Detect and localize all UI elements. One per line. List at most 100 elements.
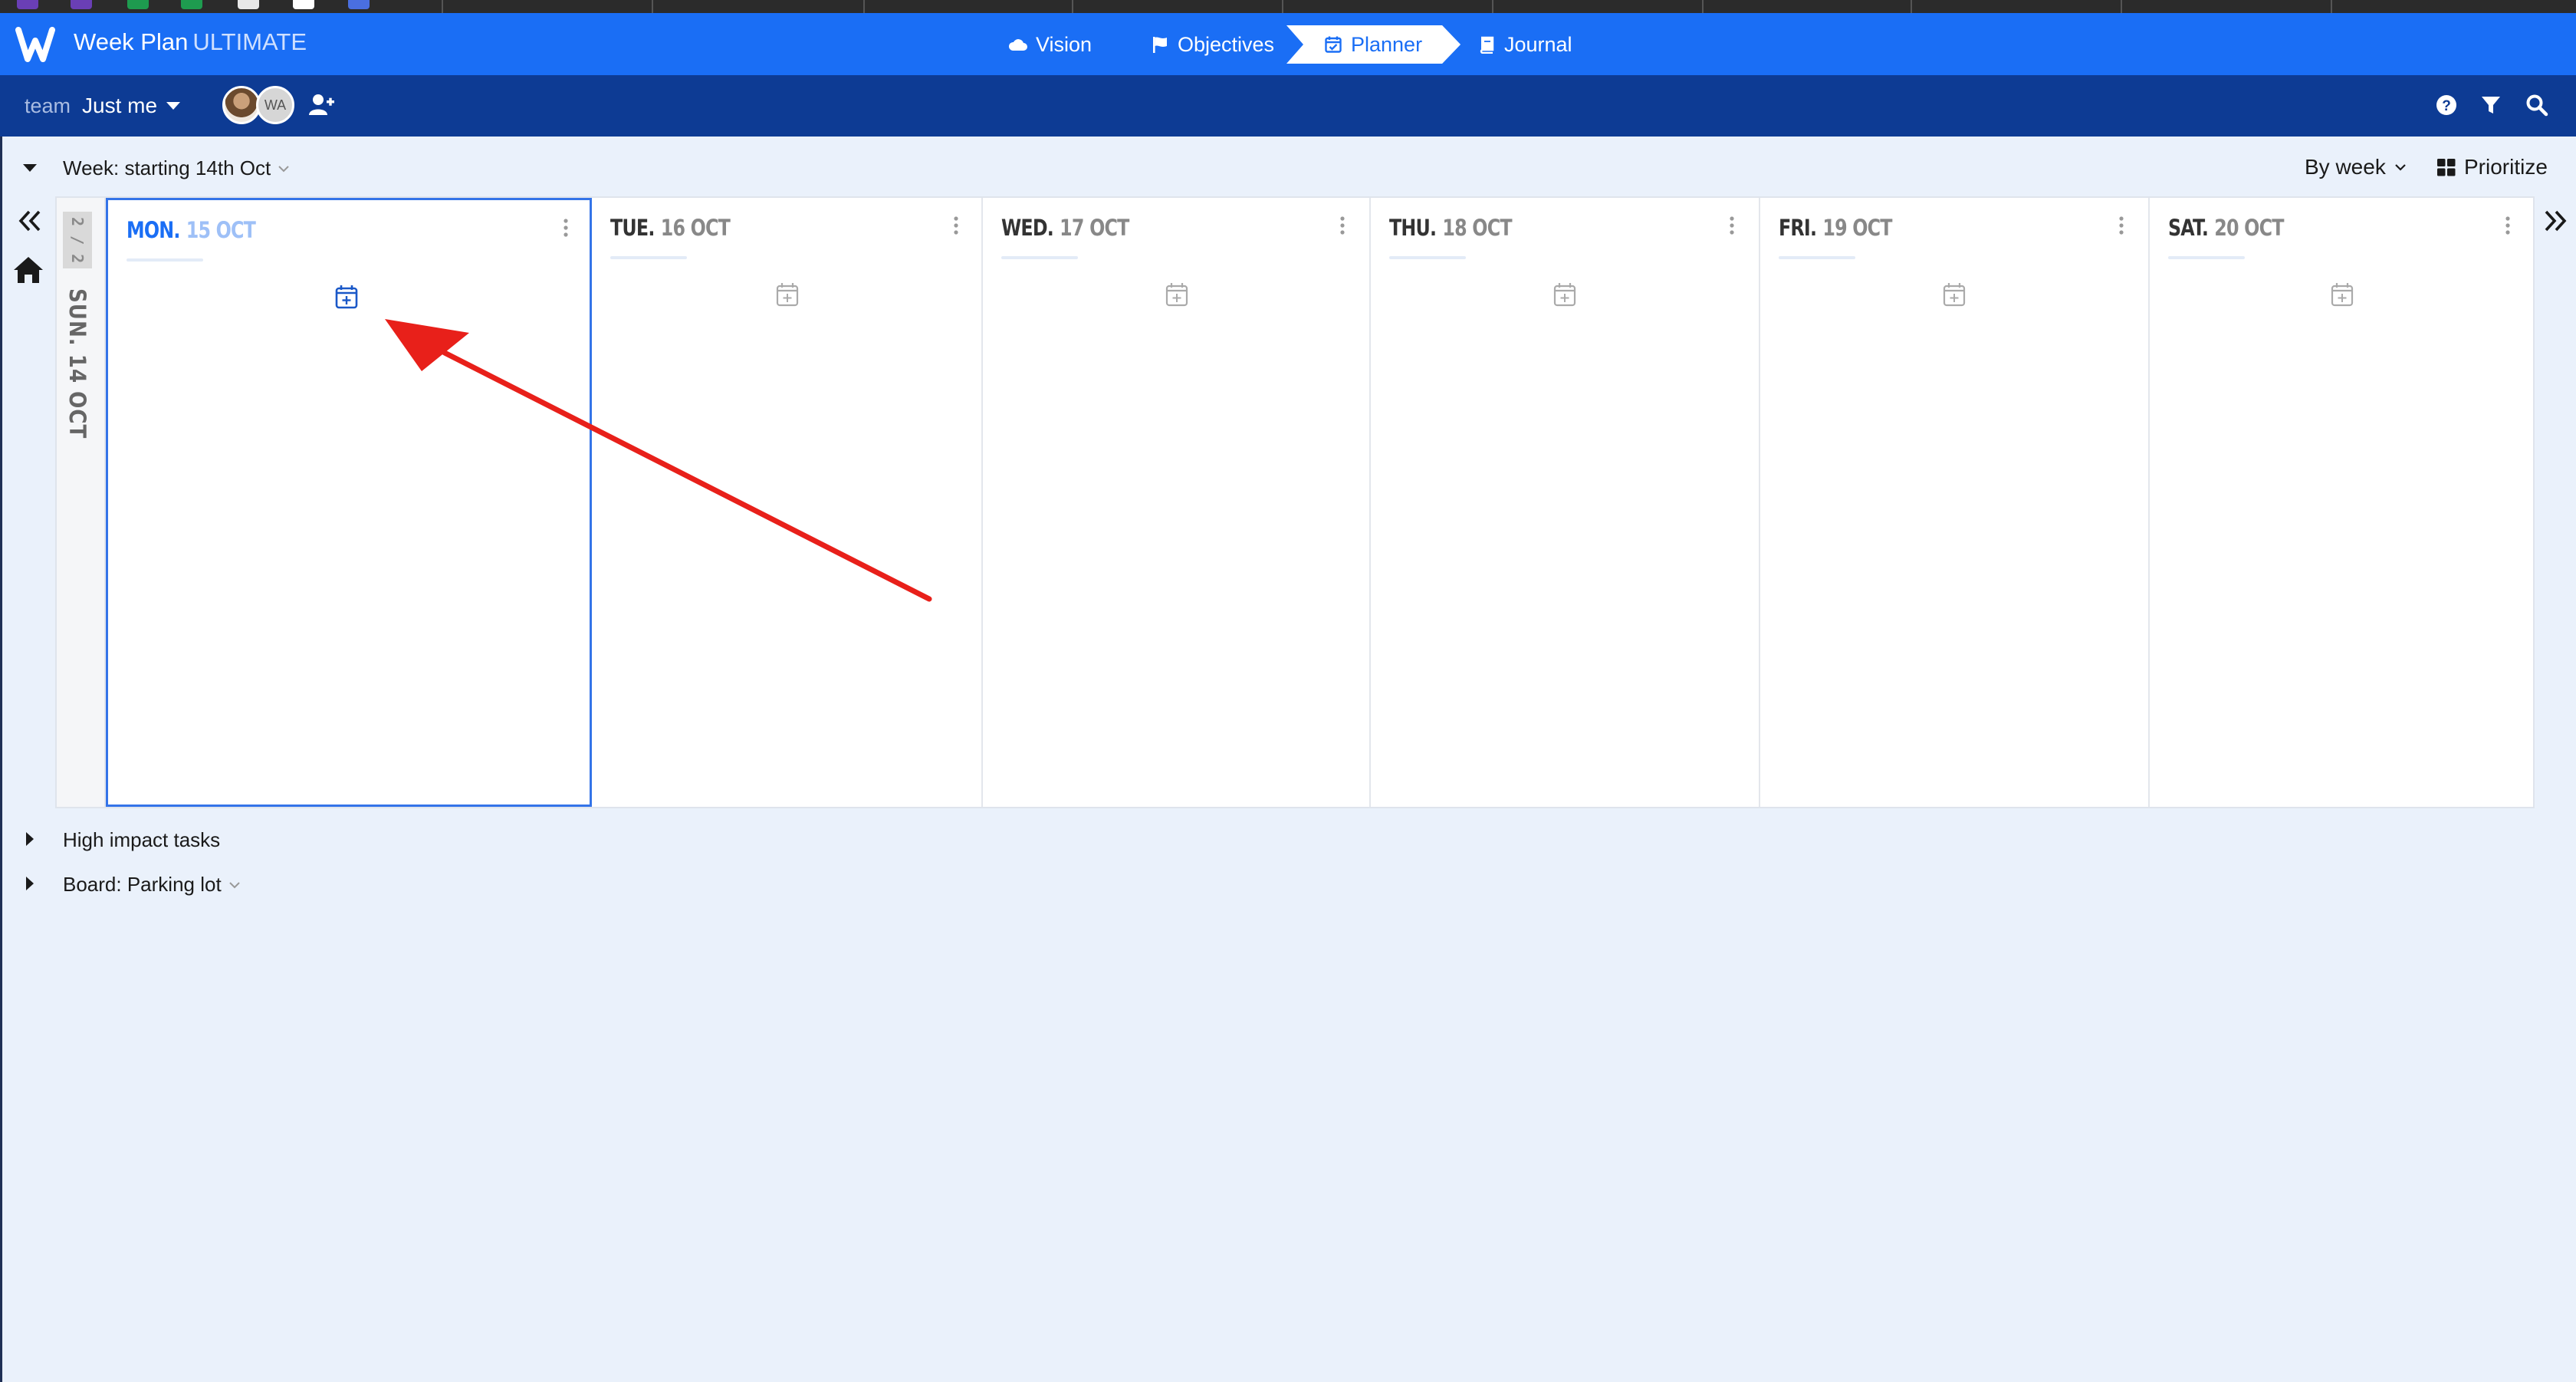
calendar-plus-icon[interactable] (1165, 282, 1188, 307)
day-date: 20 OCT (2214, 215, 2284, 241)
home-icon[interactable] (12, 255, 44, 285)
tab-separator (2121, 0, 2122, 13)
browser-tab-strip (0, 0, 2576, 13)
calendar-check-icon (1323, 35, 1343, 54)
prioritize-label: Prioritize (2464, 155, 2548, 179)
brand-edition: ULTIMATE (192, 28, 307, 55)
search-icon[interactable] (2524, 92, 2550, 118)
more-vertical-icon[interactable] (1339, 215, 1346, 238)
day-underline (610, 256, 687, 259)
day-title: SAT. 20 OCT (2168, 215, 2284, 241)
prioritize-button[interactable]: Prioritize (2436, 155, 2548, 179)
day-column-wed[interactable]: WED. 17 OCT (983, 198, 1371, 807)
add-user-icon[interactable] (308, 92, 334, 118)
tab-separator (652, 0, 653, 13)
more-vertical-icon[interactable] (562, 217, 570, 240)
tab-separator (1702, 0, 1704, 13)
day-underline (1001, 256, 1078, 259)
high-impact-label: High impact tasks (63, 828, 221, 851)
day-title: MON. 15 OCT (127, 217, 256, 243)
double-chevron-left-icon[interactable] (15, 206, 46, 236)
day-column-sat[interactable]: SAT. 20 OCT (2150, 198, 2533, 807)
day-column-mon[interactable]: MON. 15 OCT (106, 198, 592, 807)
top-nav-bar: Week Plan ULTIMATE Vision Objectives Plan… (0, 13, 2576, 75)
tab-planner[interactable]: Planner (1286, 25, 1460, 64)
collapse-week-icon[interactable] (23, 164, 37, 172)
day-column-fri[interactable]: FRI. 19 OCT (1760, 198, 2150, 807)
expand-board-icon[interactable] (26, 877, 34, 890)
week-title: Week: starting 14th Oct (63, 156, 271, 179)
question-circle-icon[interactable]: ? (2433, 92, 2459, 118)
chevron-down-icon (278, 165, 289, 172)
calendar-plus-icon[interactable] (335, 285, 358, 309)
tab-journal[interactable]: Journal (1477, 25, 1572, 64)
cloud-icon (1008, 39, 1027, 51)
view-mode-dropdown[interactable]: By week (2305, 155, 2407, 179)
filter-icon[interactable] (2478, 92, 2504, 118)
tab-separator (1492, 0, 1493, 13)
tab-separator (1072, 0, 1073, 13)
day-date: 18 OCT (1442, 215, 1512, 241)
tab-journal-label: Journal (1504, 32, 1572, 56)
day-name: TUE. (610, 215, 655, 241)
day-date: 15 OCT (186, 217, 256, 243)
day-name: THU. (1389, 215, 1437, 241)
day-underline (127, 258, 203, 262)
view-mode-label: By week (2305, 155, 2386, 179)
team-bar: team Just me WA ? (0, 75, 2576, 137)
flag-icon (1153, 37, 1167, 53)
tab-favicon (71, 0, 92, 9)
high-impact-tasks-section[interactable]: High impact tasks (63, 828, 220, 852)
tab-separator (2331, 0, 2332, 13)
day-title: THU. 18 OCT (1389, 215, 1513, 241)
more-vertical-icon[interactable] (2118, 215, 2125, 238)
tab-favicon (348, 0, 370, 9)
tab-planner-label: Planner (1351, 32, 1423, 56)
chevron-down-icon (228, 881, 240, 888)
avatar-initials[interactable]: WA (256, 86, 294, 124)
app-brand[interactable]: Week Plan ULTIMATE (74, 28, 307, 56)
tab-favicon (127, 0, 149, 9)
double-chevron-right-icon[interactable] (2539, 206, 2570, 236)
more-vertical-icon[interactable] (952, 215, 960, 238)
avatar[interactable] (222, 86, 261, 124)
week-plan-logo-icon[interactable] (15, 25, 61, 64)
day-column-thu[interactable]: THU. 18 OCT (1371, 198, 1760, 807)
expand-high-impact-icon[interactable] (26, 832, 34, 846)
day-date: 16 OCT (660, 215, 731, 241)
team-selector[interactable]: Just me (82, 94, 181, 118)
week-selector[interactable]: Week: starting 14th Oct (63, 156, 291, 180)
window-edge (0, 137, 2, 1382)
tab-vision-label: Vision (1036, 32, 1092, 56)
calendar-plus-icon[interactable] (2331, 282, 2354, 307)
board-section[interactable]: Board: Parking lot (63, 873, 242, 897)
team-value: Just me (82, 94, 158, 117)
more-vertical-icon[interactable] (1728, 215, 1736, 238)
day-date: 17 OCT (1060, 215, 1129, 241)
more-vertical-icon[interactable] (2504, 215, 2512, 238)
calendar-plus-icon[interactable] (1553, 282, 1576, 307)
week-calendar: 2 / 2 SUN. 14 OCT MON. 15 OCT TUE. 16 OCT … (55, 196, 2535, 808)
tab-favicon (238, 0, 259, 9)
tab-favicon (181, 0, 202, 9)
svg-text:?: ? (2442, 98, 2451, 114)
collapsed-day-label: SUN. 14 OCT (64, 288, 90, 439)
day-title: FRI. 19 OCT (1779, 215, 1893, 241)
calendar-plus-icon[interactable] (776, 282, 799, 307)
day-underline (1779, 256, 1855, 259)
tab-favicon (17, 0, 38, 9)
tab-separator (442, 0, 443, 13)
day-name: SAT. (2168, 215, 2209, 241)
tab-separator (1911, 0, 1912, 13)
caret-down-icon (166, 102, 181, 110)
tab-separator (1282, 0, 1283, 13)
tab-objectives-label: Objectives (1178, 32, 1275, 56)
tab-objectives[interactable]: Objectives (1150, 25, 1274, 64)
calendar-plus-icon[interactable] (1943, 282, 1966, 307)
tab-vision[interactable]: Vision (1008, 25, 1092, 64)
tab-favicon (293, 0, 314, 9)
day-date: 19 OCT (1822, 215, 1892, 241)
collapsed-day-column[interactable]: 2 / 2 SUN. 14 OCT (57, 198, 106, 807)
day-column-tue[interactable]: TUE. 16 OCT (592, 198, 983, 807)
day-name: MON. (127, 217, 180, 243)
